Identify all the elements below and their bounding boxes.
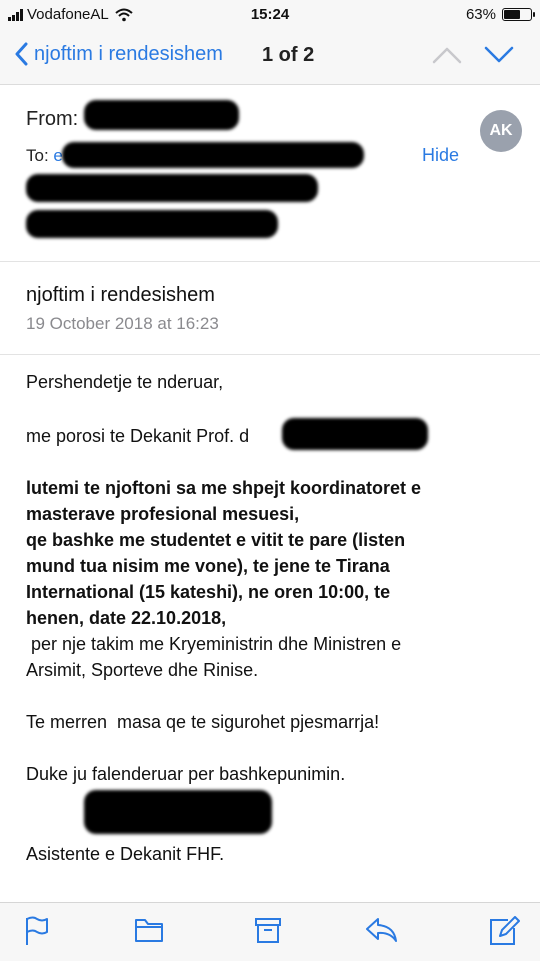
- message-header: From: To: e Hide AK: [0, 86, 540, 262]
- chevron-left-icon: [15, 42, 28, 66]
- body-bold-line: henen, date 22.10.2018,: [26, 608, 227, 628]
- body-line: me porosi te Dekanit Prof. d: [26, 426, 250, 446]
- redacted-recipients: [62, 142, 364, 168]
- archive-icon[interactable]: [254, 916, 282, 944]
- compose-icon[interactable]: [488, 916, 520, 946]
- body-line: Duke ju falenderuar per bashkepunimin.: [26, 764, 346, 784]
- from-label: From:: [26, 108, 79, 130]
- body-bold-line: International (15 kateshi), ne oren 10:0…: [26, 582, 391, 602]
- status-right: 63%: [465, 6, 535, 23]
- hide-details-link[interactable]: Hide: [422, 145, 459, 166]
- redacted-sender: [84, 100, 239, 130]
- bottom-toolbar: [0, 902, 540, 961]
- back-button-label: njoftim i rendesishem: [34, 42, 223, 65]
- previous-message-button[interactable]: [432, 46, 462, 69]
- body-line: per nje takim me Kryeministrin dhe Minis…: [26, 634, 402, 654]
- body-bold-line: masterave profesional mesuesi,: [26, 504, 300, 524]
- to-label: To: e: [26, 146, 63, 165]
- folder-icon[interactable]: [134, 916, 164, 944]
- body-bold-line: mund tua nisim me vone), te jene te Tira…: [26, 556, 390, 576]
- reply-icon[interactable]: [364, 916, 398, 944]
- redacted-recipients: [26, 174, 318, 202]
- chevron-down-icon: [484, 46, 514, 63]
- body-bold-line: lutemi te njoftoni sa me shpejt koordina…: [26, 478, 422, 498]
- body-line: Te merren masa qe te sigurohet pjesmarrj…: [26, 712, 380, 732]
- body-bold-line: qe bashke me studentet e vitit te pare (…: [26, 530, 406, 550]
- redacted-recipients: [26, 210, 278, 238]
- chevron-up-icon: [432, 47, 462, 64]
- navigation-bar: njoftim i rendesishem 1 of 2: [0, 30, 540, 85]
- message-date: 19 October 2018 at 16:23: [26, 314, 219, 333]
- battery-icon: [502, 8, 535, 21]
- signature-line: Asistente e Dekanit FHF.: [26, 844, 225, 864]
- body-line: Arsimit, Sporteve dhe Rinise.: [26, 660, 259, 680]
- status-bar: VodafoneAL 15:24 63%: [0, 0, 540, 30]
- status-time: 15:24: [250, 6, 290, 23]
- next-message-button[interactable]: [484, 46, 514, 69]
- body-greeting: Pershendetje te nderuar,: [26, 372, 224, 392]
- avatar[interactable]: AK: [480, 110, 522, 152]
- flag-icon[interactable]: [24, 916, 50, 946]
- message-counter: 1 of 2: [262, 44, 315, 66]
- battery-percent: 63%: [465, 6, 496, 23]
- back-button[interactable]: njoftim i rendesishem: [14, 42, 223, 66]
- redacted-signature-name: [84, 790, 272, 834]
- message-subject: njoftim i rendesishem: [26, 284, 215, 306]
- subject-block: njoftim i rendesishem 19 October 2018 at…: [0, 262, 540, 355]
- redacted-name: [282, 418, 428, 450]
